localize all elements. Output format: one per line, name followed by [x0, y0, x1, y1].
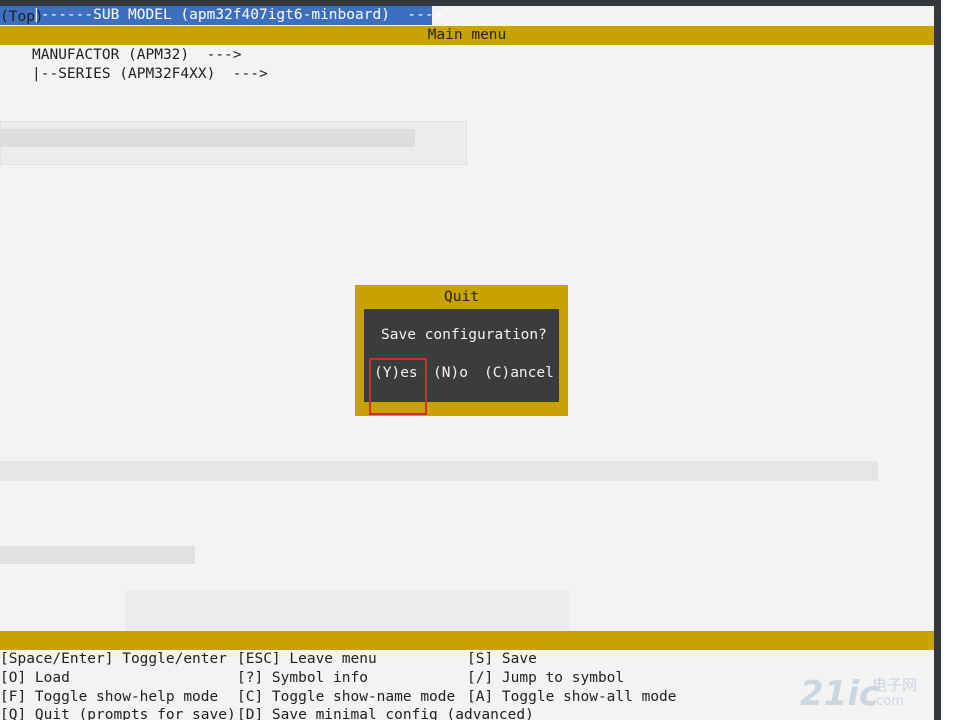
menu-item-sub-model[interactable]: |------SUB MODEL (apm32f407igt6-minboard… [0, 6, 442, 25]
ghost-box-2 [0, 129, 415, 147]
help-row-3-col-3: [A] Toggle show-all mode [467, 689, 677, 705]
quit-dialog: Quit Save configuration? (Y)es (N)o (C)a… [355, 285, 568, 416]
help-row-4-col-2: [D] Save minimal config (advanced) [237, 707, 534, 720]
help-row-1-col-2: [ESC] Leave menu [237, 651, 377, 667]
help-row-4-col-1: [Q] Quit (prompts for save) [0, 707, 236, 720]
highlight-annotation [369, 358, 427, 415]
menu-item-series[interactable]: |--SERIES (APM32F4XX) ---> [32, 65, 268, 84]
page-title: Main menu [427, 27, 507, 43]
screen: (Top) Main menu MANUFACTOR (APM32) ---> … [0, 0, 953, 720]
title-bar: Main menu [0, 26, 934, 45]
watermark-cn-text: 电子网 [872, 676, 918, 694]
help-row-3-col-1: [F] Toggle show-help mode [0, 689, 219, 705]
ghost-box-5 [125, 591, 570, 631]
watermark-logo: 21ic 电子网 .com [800, 672, 945, 717]
help-row-1-col-3: [S] Save [467, 651, 537, 667]
ghost-box-3 [0, 461, 878, 481]
dialog-body: Save configuration? (Y)es (N)o (C)ancel [364, 309, 559, 415]
help-row-2-col-2: [?] Symbol info [237, 670, 368, 686]
menu-item-manufactor[interactable]: MANUFACTOR (APM32) ---> [32, 46, 242, 65]
window-right-edge [934, 0, 941, 720]
ghost-box-4 [0, 546, 195, 564]
watermark-url-text: .com [872, 694, 904, 709]
help-row-1-col-1: [Space/Enter] Toggle/enter [0, 651, 227, 667]
no-button[interactable]: (N)o [433, 364, 468, 383]
dialog-question: Save configuration? [381, 327, 547, 343]
dialog-title: Quit [444, 289, 479, 305]
bottom-bar [0, 631, 934, 650]
menu-item-sub-model-label: |------SUB MODEL (apm32f407igt6-minboard… [32, 7, 443, 23]
help-row-2-col-3: [/] Jump to symbol [467, 670, 625, 686]
help-row-2-col-1: [O] Load [0, 670, 70, 686]
watermark-logo-text: 21ic [800, 674, 880, 714]
help-row-3-col-2: [C] Toggle show-name mode [237, 689, 456, 705]
cancel-button[interactable]: (C)ancel [484, 364, 554, 383]
